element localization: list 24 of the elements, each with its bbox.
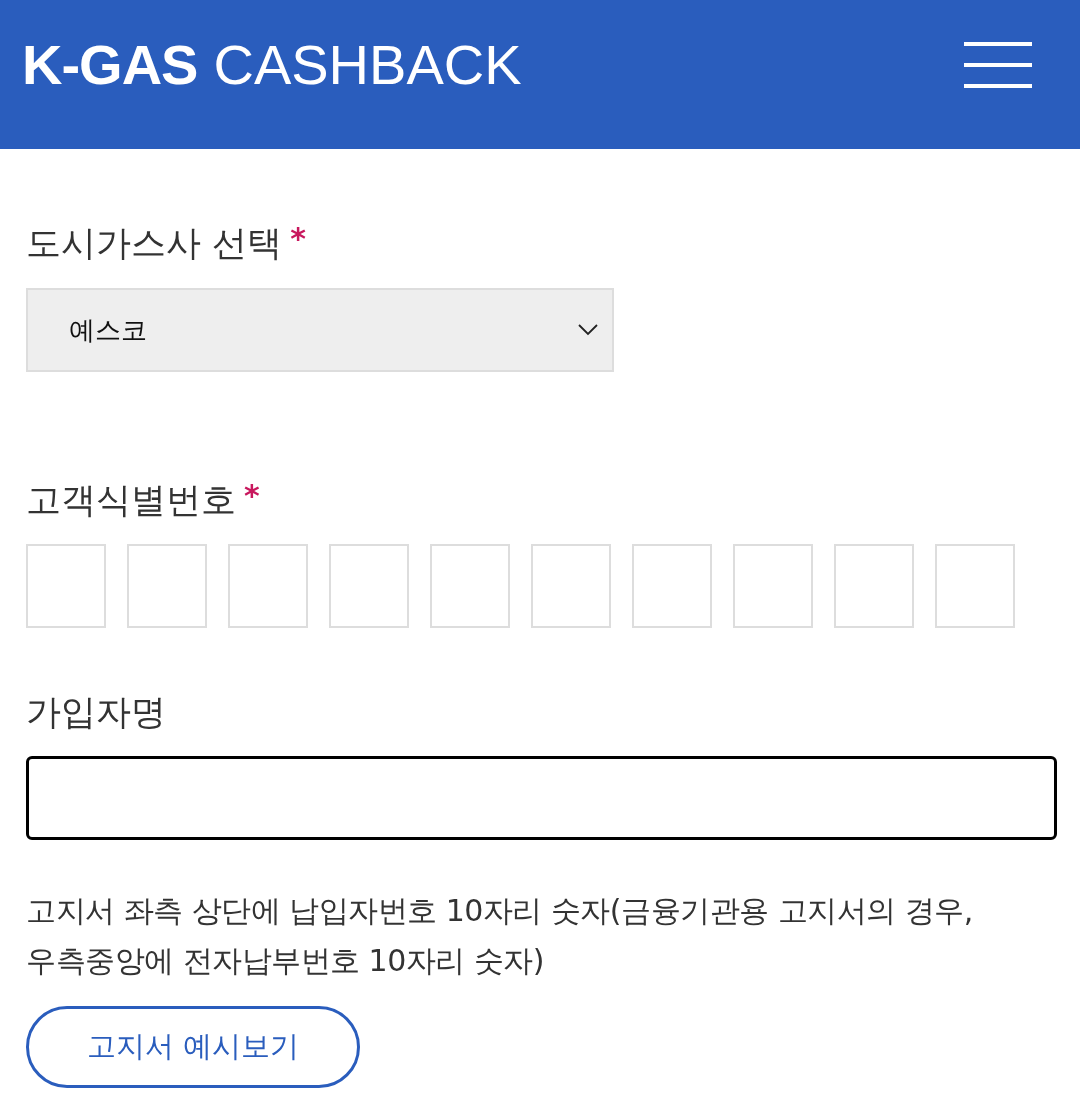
chevron-down-icon xyxy=(578,324,598,336)
menu-icon[interactable] xyxy=(964,42,1032,88)
name-input-field[interactable] xyxy=(26,756,1057,840)
digit-box[interactable] xyxy=(430,544,510,628)
digit-box[interactable] xyxy=(127,544,207,628)
digit-box[interactable] xyxy=(228,544,308,628)
help-text: 고지서 좌측 상단에 납입자번호 10자리 숫자(금융기관용 고지서의 경우, 우측중앙에 전자납부번호 10자리 숫자) xyxy=(26,892,974,980)
digit-box[interactable] xyxy=(531,544,611,628)
digit-box[interactable] xyxy=(733,544,813,628)
digit-box[interactable] xyxy=(632,544,712,628)
field-label: 가입자명 xyxy=(26,691,166,734)
digit-box[interactable] xyxy=(329,544,409,628)
digit-box[interactable] xyxy=(26,544,106,628)
logo-text: CASHBACK xyxy=(213,33,522,97)
example-view-button[interactable]: 고지서 예시보기 xyxy=(26,1006,360,1088)
field-label: 도시가스사 선택 xyxy=(26,222,283,265)
select-value: 예스코 xyxy=(69,313,147,347)
company-select[interactable]: 예스코 xyxy=(26,288,614,372)
field-label: 고객식별번호 xyxy=(26,479,236,522)
logo-text: K-GAS xyxy=(22,33,198,97)
digit-box[interactable] xyxy=(935,544,1015,628)
digit-box[interactable] xyxy=(834,544,914,628)
required-mark: * xyxy=(244,477,260,515)
required-mark: * xyxy=(290,220,306,258)
